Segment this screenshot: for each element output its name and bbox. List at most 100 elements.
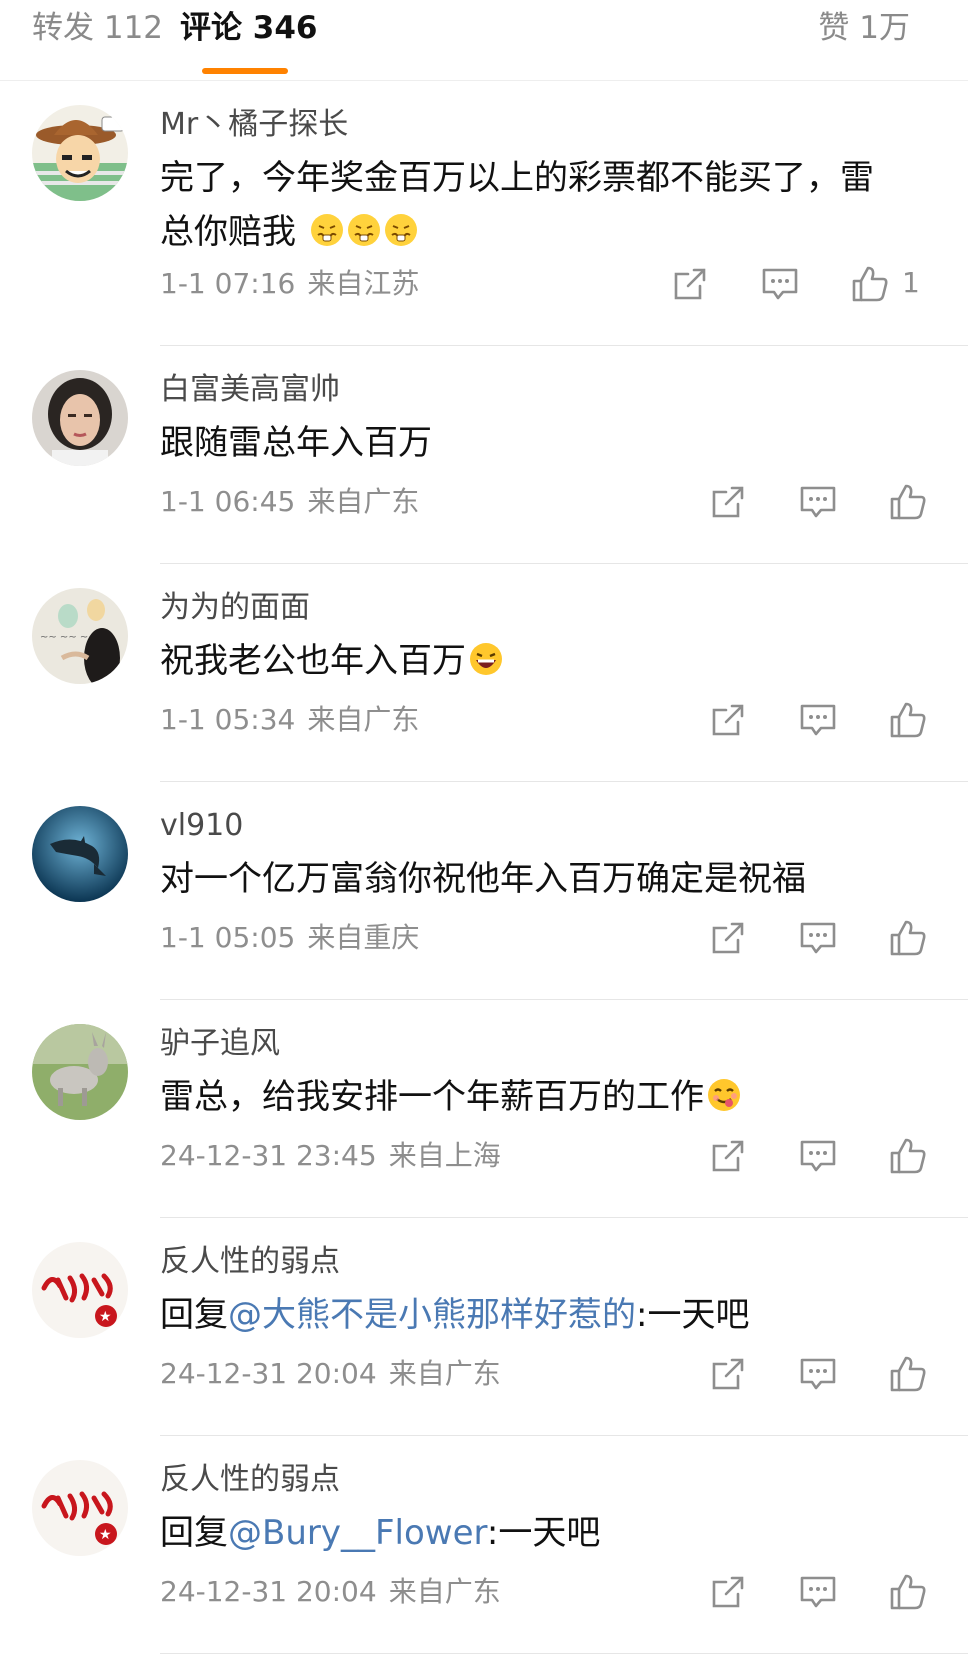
repost-icon[interactable] <box>670 264 710 304</box>
tab-reposts[interactable]: 转发 112 <box>32 6 163 50</box>
comment-item: 白富美高富帅 跟随雷总年入百万 1-1 06:45 来自广东 <box>0 346 968 564</box>
tab-likes[interactable]: 赞 1万 <box>818 6 910 50</box>
laughing-face-emoji <box>470 643 502 675</box>
reply-comment-icon[interactable] <box>798 1572 838 1612</box>
comment-item: 驴子追风 雷总，给我安排一个年薪百万的工作 24-12-31 23:45 来自上海 <box>0 1000 968 1218</box>
comment-text-body: :一天吧 <box>636 1295 750 1335</box>
tab-comments[interactable]: 评论 346 <box>180 6 318 50</box>
username[interactable]: vl910 <box>160 806 243 846</box>
svg-text:★: ★ <box>99 1527 112 1543</box>
username[interactable]: 白富美高富帅 <box>160 370 340 410</box>
comment-location: 来自广东 <box>388 1575 501 1608</box>
comment-meta: 1-1 05:05 来自重庆 <box>160 918 419 958</box>
like-thumb-icon[interactable] <box>888 482 928 522</box>
active-tab-indicator <box>202 68 288 74</box>
reply-comment-icon[interactable] <box>798 1136 838 1176</box>
comment-location: 来自广东 <box>388 1357 501 1390</box>
reply-comment-icon[interactable] <box>760 264 800 304</box>
divider <box>160 1653 968 1654</box>
comment-meta: 1-1 07:16 来自江苏 <box>160 264 419 304</box>
user-avatar[interactable]: ★ <box>32 1460 128 1556</box>
username[interactable]: 反人性的弱点 <box>160 1242 340 1282</box>
comment-text-body: 祝我老公也年入百万 <box>160 641 466 681</box>
reply-comment-icon[interactable] <box>798 700 838 740</box>
comment-time: 1-1 07:16 <box>160 267 296 300</box>
comment-text-body: :一天吧 <box>486 1513 601 1553</box>
username[interactable]: 为为的面面 <box>160 588 310 628</box>
comment-text: 跟随雷总年入百万 <box>160 423 432 463</box>
user-avatar[interactable] <box>32 806 128 902</box>
yummy-face-emoji <box>708 1079 740 1111</box>
comment-text: 回复@Bury__Flower:一天吧 <box>160 1506 950 1560</box>
comment-item: ★ 反人性的弱点 回复@Bury__Flower:一天吧 24-12-31 20… <box>0 1436 968 1654</box>
comment-text: 完了，今年奖金百万以上的彩票都不能买了，雷 总你赔我 <box>160 151 950 259</box>
user-avatar[interactable]: ★ <box>32 1242 128 1338</box>
calligraphy-avatar: ★ <box>32 1242 128 1338</box>
like-thumb-icon[interactable] <box>888 918 928 958</box>
girl-wall-avatar: ~~ ~~ ~ <box>32 588 128 684</box>
calligraphy-avatar: ★ <box>32 1460 128 1556</box>
svg-text:★: ★ <box>99 1309 112 1325</box>
username[interactable]: 驴子追风 <box>160 1024 280 1064</box>
comment-location: 来自广东 <box>307 485 420 518</box>
comment-list: Mr丶橘子探长 完了，今年奖金百万以上的彩票都不能买了，雷 总你赔我 1-1 0… <box>0 81 968 1654</box>
username[interactable]: Mr丶橘子探长 <box>160 105 348 145</box>
donkey-avatar <box>32 1024 128 1120</box>
comment-actions <box>708 482 938 526</box>
comment-actions: 1 <box>670 264 938 308</box>
repost-icon[interactable] <box>708 700 748 740</box>
user-avatar[interactable] <box>32 1024 128 1120</box>
reply-comment-icon[interactable] <box>798 482 838 522</box>
comment-item: vl910 对一个亿万富翁你祝他年入百万确定是祝福 1-1 05:05 来自重庆 <box>0 782 968 1000</box>
username[interactable]: 反人性的弱点 <box>160 1460 340 1500</box>
repost-icon[interactable] <box>708 482 748 522</box>
comment-time: 24-12-31 20:04 <box>160 1575 377 1608</box>
comment-location: 来自重庆 <box>307 921 420 954</box>
user-avatar[interactable]: ~~ ~~ ~ <box>32 588 128 684</box>
comment-meta: 1-1 05:34 来自广东 <box>160 700 419 740</box>
pinched-face-emoji <box>310 214 343 246</box>
user-avatar[interactable] <box>32 105 128 201</box>
comment-text: 雷总，给我安排一个年薪百万的工作 <box>160 1070 950 1124</box>
cowboy-cartoon-avatar <box>32 105 128 201</box>
mention-link[interactable]: @Bury__Flower <box>228 1513 487 1553</box>
comment-actions <box>708 1354 938 1398</box>
like-thumb-icon[interactable] <box>888 700 928 740</box>
comment-text-line: 完了，今年奖金百万以上的彩票都不能买了，雷 <box>160 158 874 198</box>
comment-tabs: 转发 112 评论 346 赞 1万 <box>0 0 968 81</box>
comment-text-body: 雷总，给我安排一个年薪百万的工作 <box>160 1077 704 1117</box>
comment-time: 1-1 05:05 <box>160 921 296 954</box>
user-avatar[interactable] <box>32 370 128 466</box>
repost-icon[interactable] <box>708 918 748 958</box>
comment-meta: 24-12-31 23:45 来自上海 <box>160 1136 501 1176</box>
repost-icon[interactable] <box>708 1136 748 1176</box>
comment-actions <box>708 1572 938 1616</box>
repost-icon[interactable] <box>708 1354 748 1394</box>
comment-actions <box>708 1136 938 1180</box>
comment-meta: 1-1 06:45 来自广东 <box>160 482 419 522</box>
repost-icon[interactable] <box>708 1572 748 1612</box>
comment-location: 来自上海 <box>388 1139 501 1172</box>
comment-text: 祝我老公也年入百万 <box>160 634 950 688</box>
comment-text: 回复@大熊不是小熊那样好惹的:一天吧 <box>160 1288 950 1342</box>
like-thumb-icon[interactable] <box>850 264 890 304</box>
reply-comment-icon[interactable] <box>798 918 838 958</box>
like-thumb-icon[interactable] <box>888 1572 928 1612</box>
like-thumb-icon[interactable] <box>888 1354 928 1394</box>
reply-prefix: 回复 <box>160 1513 228 1553</box>
reply-comment-icon[interactable] <box>798 1354 838 1394</box>
comment-actions <box>708 918 938 962</box>
like-thumb-icon[interactable] <box>888 1136 928 1176</box>
comment-time: 1-1 05:34 <box>160 703 296 736</box>
comment-time: 24-12-31 23:45 <box>160 1139 377 1172</box>
comment-time: 1-1 06:45 <box>160 485 296 518</box>
comment-item: ~~ ~~ ~ 为为的面面 祝我老公也年入百万 1-1 05:34 来自广东 <box>0 564 968 782</box>
svg-text:~~ ~~ ~: ~~ ~~ ~ <box>40 632 88 643</box>
pinched-face-emoji <box>347 214 380 246</box>
like-count: 1 <box>902 266 920 299</box>
comment-location: 来自江苏 <box>307 267 420 300</box>
mention-link[interactable]: @大熊不是小熊那样好惹的 <box>228 1295 636 1335</box>
comment-time: 24-12-31 20:04 <box>160 1357 377 1390</box>
comment-meta: 24-12-31 20:04 来自广东 <box>160 1572 501 1612</box>
woman-portrait-avatar <box>32 370 128 466</box>
